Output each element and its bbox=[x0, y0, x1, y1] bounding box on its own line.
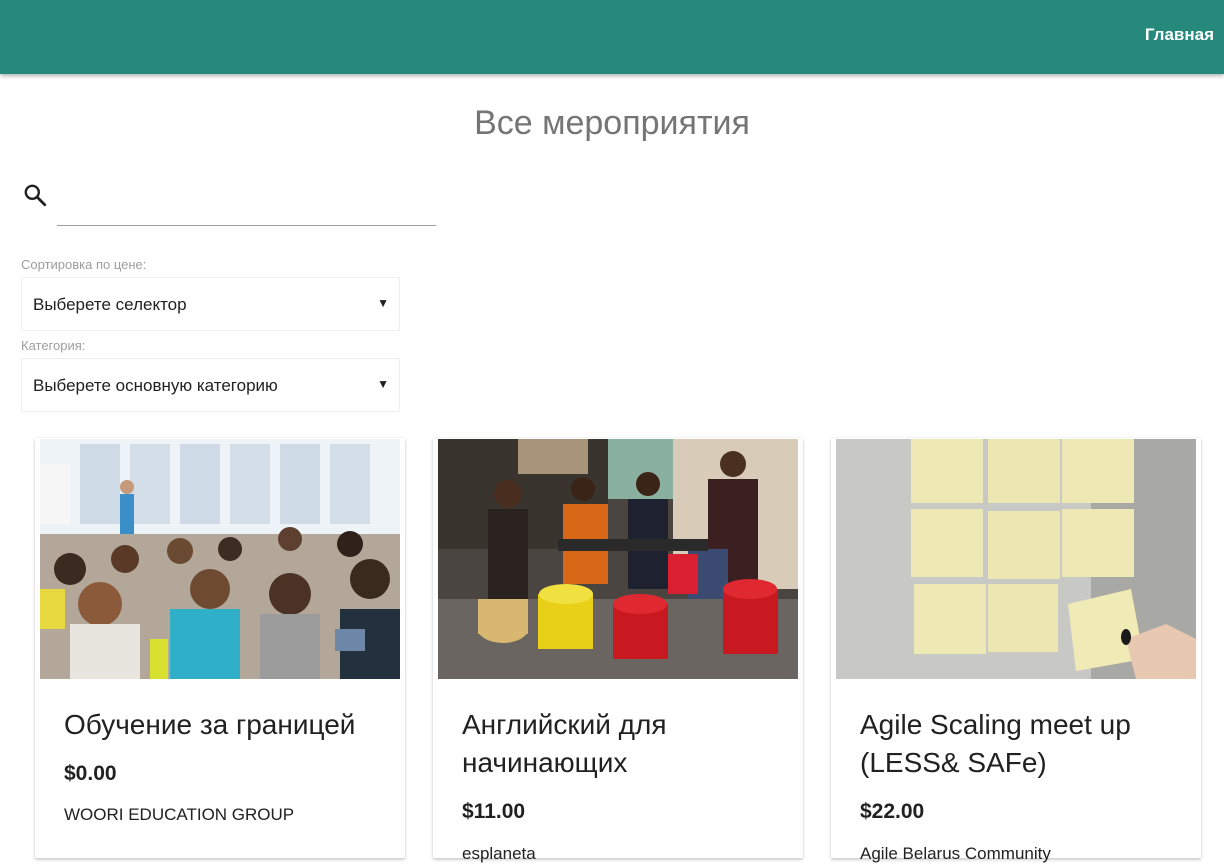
event-title: Английский для начинающих bbox=[462, 709, 667, 778]
sticky-notes-photo bbox=[836, 439, 1196, 679]
page-title: Все мероприятия bbox=[474, 104, 750, 142]
price-sort-selected: Выберете селектор bbox=[33, 295, 187, 314]
search-icon bbox=[22, 182, 48, 208]
event-organizer: esplaneta bbox=[462, 844, 536, 863]
dropdown-arrow-icon: ▼ bbox=[377, 296, 389, 310]
event-price: $22.00 bbox=[860, 800, 925, 823]
event-title: Обучение за границей bbox=[64, 709, 356, 740]
event-price: $0.00 bbox=[64, 762, 117, 785]
nav-home-link[interactable]: Главная bbox=[1145, 25, 1214, 45]
category-selected: Выберете основную категорию bbox=[33, 376, 278, 395]
top-app-bar: Главная bbox=[0, 0, 1224, 74]
price-sort-select[interactable]: Выберете селектор ▼ bbox=[21, 277, 400, 331]
group-meeting-photo bbox=[438, 439, 798, 679]
dropdown-arrow-icon: ▼ bbox=[377, 377, 389, 391]
event-price: $11.00 bbox=[462, 800, 526, 823]
event-card[interactable]: Английский для начинающих $11.00 esplane… bbox=[433, 438, 803, 863]
event-organizer: WOORI EDUCATION GROUP bbox=[64, 805, 295, 824]
event-organizer: Agile Belarus Community bbox=[860, 844, 1051, 863]
search-input[interactable] bbox=[57, 178, 436, 226]
event-card[interactable]: Обучение за границей $0.00 WOORI EDUCATI… bbox=[35, 438, 405, 858]
event-card[interactable]: Agile Scaling meet up (LESS& SAFe) $22.0… bbox=[831, 438, 1201, 863]
conference-audience-photo bbox=[40, 439, 400, 679]
price-sort-label: Сортировка по цене: bbox=[21, 257, 147, 272]
event-title: Agile Scaling meet up (LESS& SAFe) bbox=[860, 709, 1131, 778]
category-select[interactable]: Выберете основную категорию ▼ bbox=[21, 358, 400, 412]
category-label: Категория: bbox=[21, 338, 86, 353]
